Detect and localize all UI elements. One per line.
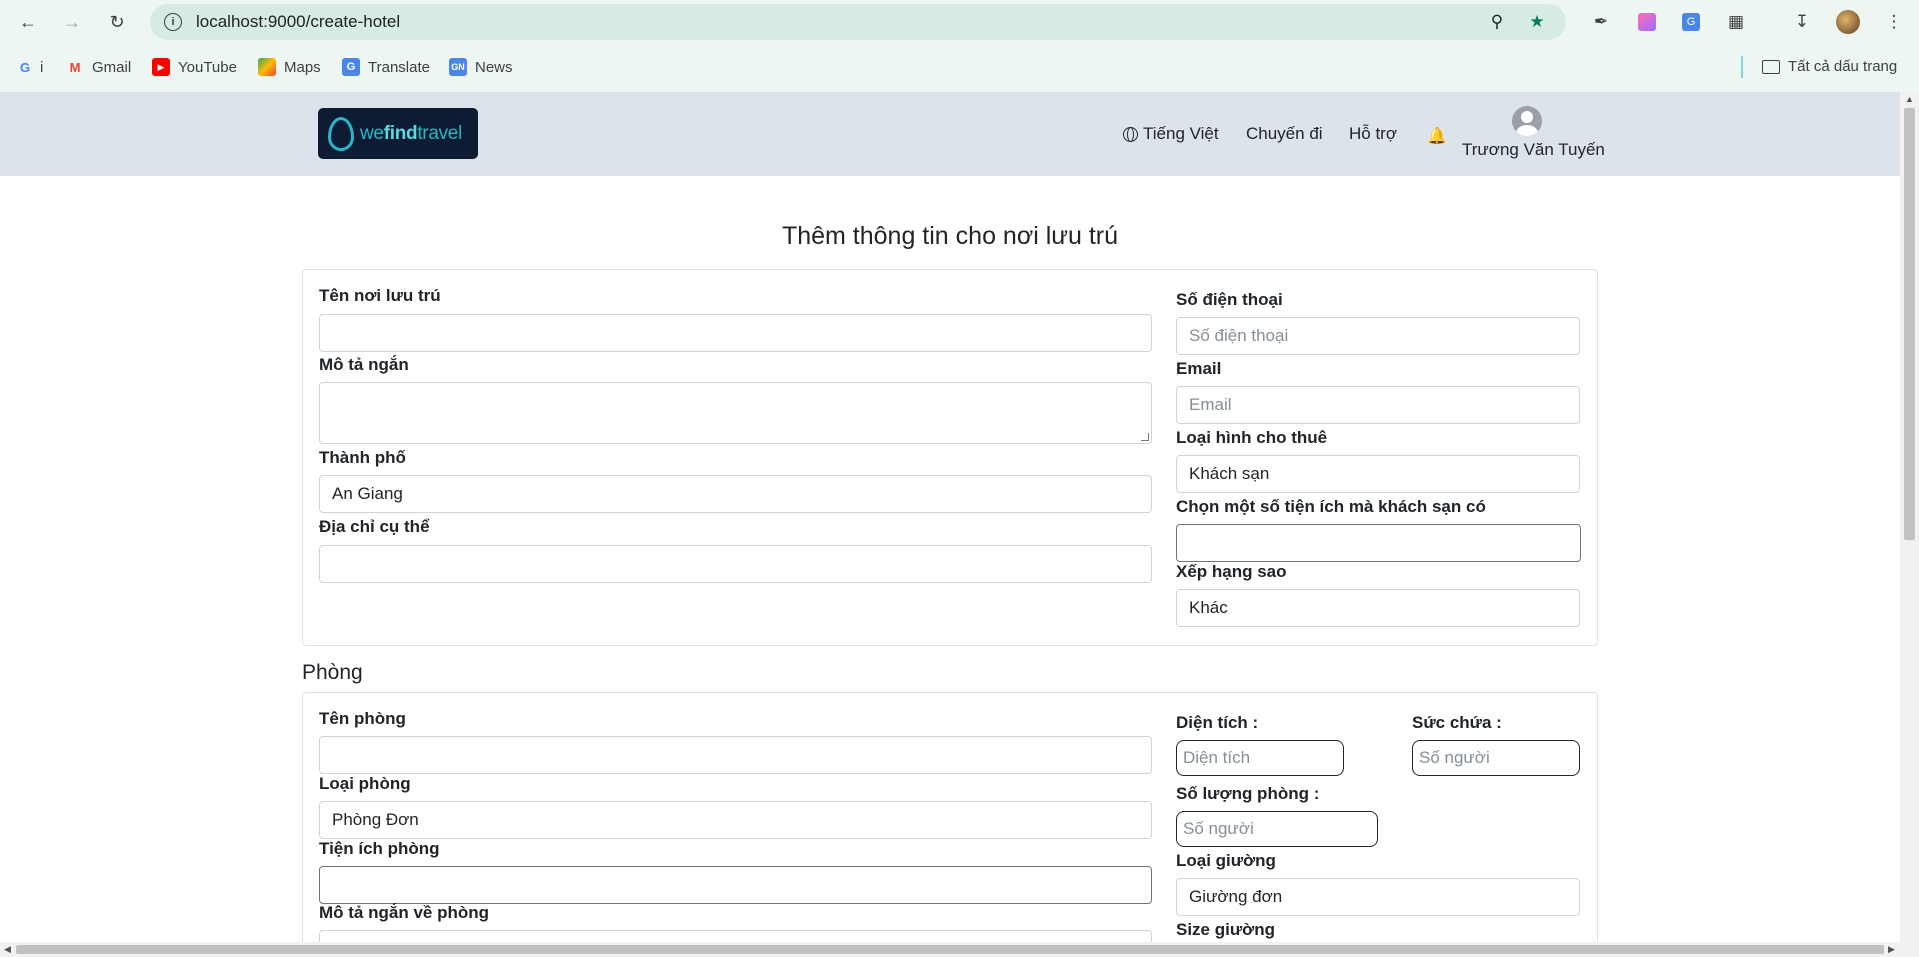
room-section-title: Phòng bbox=[302, 661, 363, 684]
email-label: Email bbox=[1176, 359, 1222, 378]
bookmark-label: Gmail bbox=[92, 58, 132, 76]
folder-icon bbox=[1762, 59, 1780, 74]
browser-menu-icon[interactable]: ⋮ bbox=[1880, 8, 1908, 36]
url-text: localhost:9000/create-hotel bbox=[196, 12, 401, 31]
area-label: Diện tích : bbox=[1176, 713, 1259, 732]
phone-label: Số điện thoại bbox=[1176, 290, 1283, 309]
bookmark-label: News bbox=[475, 58, 513, 76]
bookmarks-bar: G i M Gmail ▶ YouTube Maps G Translate G… bbox=[0, 44, 1919, 92]
city-select[interactable]: An Giang bbox=[319, 475, 1152, 513]
youtube-icon: ▶ bbox=[152, 58, 170, 76]
address-bar[interactable]: i localhost:9000/create-hotel bbox=[150, 4, 1566, 40]
browser-toolbar: ← → ↻ i localhost:9000/create-hotel ⚲ ★ … bbox=[0, 0, 1919, 44]
bookmark-google[interactable]: G i bbox=[16, 58, 43, 76]
hotel-name-input[interactable] bbox=[319, 314, 1152, 352]
scroll-up-arrow-icon[interactable]: ▲ bbox=[1905, 94, 1914, 104]
nav-support[interactable]: Hỗ trợ bbox=[1349, 124, 1397, 144]
reload-icon[interactable]: ↻ bbox=[103, 8, 131, 36]
google-icon: G bbox=[19, 59, 31, 75]
all-bookmarks-button[interactable]: Tất cả dấu trang bbox=[1762, 58, 1897, 75]
nav-support-label: Hỗ trợ bbox=[1349, 124, 1397, 143]
resize-handle-icon[interactable] bbox=[1141, 433, 1149, 441]
phone-input[interactable]: Số điện thoại bbox=[1176, 317, 1580, 355]
star-rating-label: Xếp hạng sao bbox=[1176, 562, 1287, 581]
room-type-select[interactable]: Phòng Đơn bbox=[319, 801, 1152, 839]
bed-size-label: Size giường bbox=[1176, 920, 1276, 939]
star-rating-select[interactable]: Khác bbox=[1176, 589, 1580, 627]
extensions-puzzle-icon[interactable]: ▦ bbox=[1722, 8, 1750, 36]
room-amenities-label: Tiện ích phòng bbox=[319, 839, 440, 858]
notification-bell-icon[interactable]: 🔔 bbox=[1427, 126, 1447, 146]
bookmark-label: YouTube bbox=[178, 58, 237, 76]
hotel-amenities-label: Chọn một số tiện ích mà khách sạn có bbox=[1176, 497, 1486, 516]
bookmark-maps[interactable]: Maps bbox=[258, 58, 321, 76]
room-name-label: Tên phòng bbox=[319, 709, 406, 728]
bed-type-select[interactable]: Giường đơn bbox=[1176, 878, 1580, 916]
news-icon: GN bbox=[449, 58, 467, 76]
page-viewport: wefindtravel Tiếng Việt Chuyến đi Hỗ trợ… bbox=[0, 92, 1900, 942]
nav-trips[interactable]: Chuyến đi bbox=[1246, 124, 1323, 144]
site-header: wefindtravel Tiếng Việt Chuyến đi Hỗ trợ… bbox=[0, 92, 1900, 176]
room-amenities-multiselect[interactable] bbox=[319, 866, 1152, 904]
bookmark-label: i bbox=[40, 58, 44, 76]
room-name-input[interactable] bbox=[319, 736, 1152, 774]
zoom-icon[interactable]: ⚲ bbox=[1483, 8, 1511, 36]
profile-avatar-icon[interactable] bbox=[1834, 8, 1862, 36]
bookmark-star-icon[interactable]: ★ bbox=[1523, 8, 1551, 36]
user-name[interactable]: Trương Văn Tuyến bbox=[1462, 140, 1605, 160]
translate-icon: G bbox=[342, 58, 360, 76]
forward-arrow-icon[interactable]: → bbox=[58, 8, 86, 36]
site-logo[interactable]: wefindtravel bbox=[318, 108, 478, 159]
rental-type-label: Loại hình cho thuê bbox=[1176, 428, 1328, 447]
hotel-name-label: Tên nơi lưu trú bbox=[319, 286, 441, 305]
bookmark-label: Translate bbox=[368, 58, 430, 76]
vertical-scrollbar[interactable]: ▲ bbox=[1900, 92, 1919, 942]
back-arrow-icon[interactable]: ← bbox=[14, 8, 42, 36]
logo-text: wefindtravel bbox=[360, 122, 462, 144]
bookmark-youtube[interactable]: ▶ YouTube bbox=[152, 58, 237, 76]
scroll-left-arrow-icon[interactable]: ◀ bbox=[4, 944, 11, 955]
bed-type-label: Loại giường bbox=[1176, 851, 1276, 870]
bookmark-translate[interactable]: G Translate bbox=[342, 58, 430, 76]
room-type-label: Loại phòng bbox=[319, 774, 411, 793]
logo-pin-icon bbox=[328, 116, 354, 151]
language-label: Tiếng Việt bbox=[1143, 124, 1219, 143]
translate-extension-icon[interactable]: G bbox=[1677, 8, 1705, 36]
horizontal-scrollbar[interactable]: ◀ ▶ bbox=[0, 942, 1919, 957]
bookmark-gmail[interactable]: M Gmail bbox=[66, 58, 132, 76]
vertical-scroll-thumb[interactable] bbox=[1904, 108, 1915, 540]
gmail-icon: M bbox=[69, 59, 81, 75]
room-description-textarea[interactable] bbox=[319, 930, 1152, 942]
address-label: Địa chỉ cụ thể bbox=[319, 517, 430, 536]
city-label: Thành phố bbox=[319, 448, 406, 467]
capacity-input[interactable]: Số người bbox=[1412, 740, 1580, 776]
room-description-label: Mô tả ngắn về phòng bbox=[319, 903, 489, 922]
maps-icon bbox=[258, 58, 276, 76]
hotel-amenities-multiselect[interactable] bbox=[1176, 524, 1581, 562]
room-count-label: Số lượng phòng : bbox=[1176, 784, 1320, 803]
nav-trips-label: Chuyến đi bbox=[1246, 124, 1323, 143]
capacity-label: Sức chứa : bbox=[1412, 713, 1502, 732]
room-count-input[interactable]: Số người bbox=[1176, 811, 1378, 847]
horizontal-scroll-thumb[interactable] bbox=[16, 945, 1884, 954]
scroll-right-arrow-icon[interactable]: ▶ bbox=[1888, 944, 1895, 955]
download-icon[interactable]: ↧ bbox=[1788, 8, 1816, 36]
email-input[interactable]: Email bbox=[1176, 386, 1580, 424]
short-description-label: Mô tả ngắn bbox=[319, 355, 409, 374]
address-input[interactable] bbox=[319, 545, 1152, 583]
bookmark-divider bbox=[1741, 56, 1743, 78]
site-info-icon[interactable]: i bbox=[164, 13, 182, 31]
language-selector[interactable]: Tiếng Việt bbox=[1123, 124, 1219, 144]
page-title: Thêm thông tin cho nơi lưu trú bbox=[781, 222, 1119, 250]
user-avatar[interactable] bbox=[1512, 106, 1542, 136]
eyedropper-extension-icon[interactable]: ✒ bbox=[1587, 8, 1615, 36]
rental-type-select[interactable]: Khách sạn bbox=[1176, 455, 1580, 493]
color-extension-icon[interactable] bbox=[1633, 8, 1661, 36]
all-bookmarks-label: Tất cả dấu trang bbox=[1788, 58, 1898, 75]
area-input[interactable]: Diện tích bbox=[1176, 740, 1344, 776]
globe-icon bbox=[1123, 126, 1138, 142]
short-description-textarea[interactable] bbox=[319, 382, 1152, 444]
bookmark-label: Maps bbox=[284, 58, 321, 76]
bookmark-news[interactable]: GN News bbox=[449, 58, 513, 76]
